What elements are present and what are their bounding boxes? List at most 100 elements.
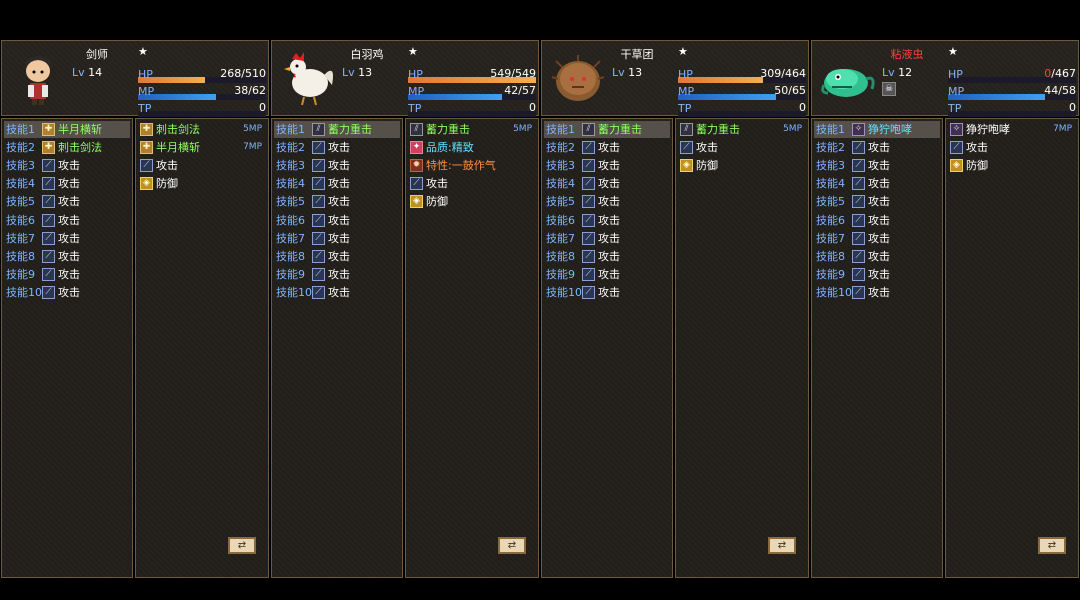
skill-slot-row[interactable]: 技能1 ⫽ 蓄力重击 (544, 121, 670, 138)
tp-value: 0 (259, 101, 266, 114)
skill-slot-row[interactable]: 技能1 ✚ 半月横斩 (4, 121, 130, 138)
skill-slot-label: 技能1 (276, 123, 305, 136)
skill-cost: 5MP (513, 124, 532, 134)
skill-list-item[interactable]: ◈ 防御 (678, 157, 806, 174)
skill-slot-row[interactable]: 技能3 ⟋ 攻击 (814, 157, 940, 174)
skill-slot-row[interactable]: 技能10 ⟋ 攻击 (544, 284, 670, 301)
skill-slot-label: 技能1 (546, 123, 575, 136)
skill-slot-row[interactable]: 技能8 ⟋ 攻击 (4, 248, 130, 265)
quality-icon: ✦ (410, 141, 423, 155)
skill-list-item[interactable]: ◈ 防御 (408, 193, 536, 210)
attack-icon: ⟋ (582, 231, 595, 245)
skill-list-item[interactable]: ✹ 特性:一鼓作气 (408, 157, 536, 174)
skill-slot-row[interactable]: 技能5 ⟋ 攻击 (544, 193, 670, 210)
skill-slot-row[interactable]: 技能7 ⟋ 攻击 (274, 230, 400, 247)
skill-slot-row[interactable]: 技能2 ⟋ 攻击 (814, 139, 940, 156)
skill-list-item[interactable]: ✚ 刺击剑法 5MP (138, 121, 266, 138)
skill-slot-row[interactable]: 技能7 ⟋ 攻击 (814, 230, 940, 247)
attack-icon: ⟋ (582, 267, 595, 281)
skill-slot-row[interactable]: 技能1 ⫽ 蓄力重击 (274, 121, 400, 138)
skill-slot-row[interactable]: 技能4 ⟋ 攻击 (814, 175, 940, 192)
tp-gauge: TP 0 (138, 101, 266, 117)
skill-slot-row[interactable]: 技能3 ⟋ 攻击 (544, 157, 670, 174)
skill-slot-label: 技能6 (6, 213, 35, 227)
skill-name: 攻击 (426, 177, 448, 191)
skill-slot-label: 技能8 (546, 249, 575, 263)
skill-slot-row[interactable]: 技能3 ⟋ 攻击 (4, 157, 130, 174)
skill-slot-row[interactable]: 技能7 ⟋ 攻击 (544, 230, 670, 247)
skill-slot-row[interactable]: 技能9 ⟋ 攻击 (4, 266, 130, 283)
skill-name: 半月横斩 (156, 141, 200, 155)
roar-skill-icon: ✧ (852, 123, 865, 136)
page-switch-icon[interactable]: ⇄ (228, 537, 256, 554)
skill-slot-row[interactable]: 技能1 ✧ 狰狞咆哮 (814, 121, 940, 138)
skill-slot-row[interactable]: 技能9 ⟋ 攻击 (544, 266, 670, 283)
skill-slot-row[interactable]: 技能5 ⟋ 攻击 (4, 193, 130, 210)
skill-slot-row[interactable]: 技能5 ⟋ 攻击 (814, 193, 940, 210)
charge-skill-icon: ⫽ (312, 123, 325, 136)
skill-list-panel: ⇄ ✧ 狰狞咆哮 7MP ⟋ 攻击 ◈ 防御 (945, 118, 1079, 578)
skill-slot-row[interactable]: 技能3 ⟋ 攻击 (274, 157, 400, 174)
skill-name: 蓄力重击 (598, 123, 642, 136)
star-icon: ★ (678, 45, 688, 58)
attack-icon: ⟋ (582, 177, 595, 191)
hp-value: 309/464 (760, 67, 806, 80)
member-status-header[interactable]: 粘液虫 Lv 12 ☠ ★ HP 0/467 MP 44/58 TP 0 (811, 40, 1079, 117)
skill-slot-row[interactable]: 技能5 ⟋ 攻击 (274, 193, 400, 210)
skill-slot-label: 技能9 (6, 267, 35, 281)
skill-list-item[interactable]: ◈ 防御 (138, 175, 266, 192)
skill-list-item[interactable]: ⫽ 蓄力重击 5MP (678, 121, 806, 138)
trait-icon: ✹ (410, 159, 423, 173)
skill-slot-row[interactable]: 技能6 ⟋ 攻击 (4, 212, 130, 229)
skill-slot-row[interactable]: 技能7 ⟋ 攻击 (4, 230, 130, 247)
skill-slot-row[interactable]: 技能2 ⟋ 攻击 (274, 139, 400, 156)
page-switch-icon[interactable]: ⇄ (768, 537, 796, 554)
skill-slot-row[interactable]: 技能4 ⟋ 攻击 (544, 175, 670, 192)
skill-list-panel: ⇄ ⫽ 蓄力重击 5MP ✦ 品质:精致 ✹ 特性:一鼓作气 ⟋ 攻击 ◈ 防御 (405, 118, 539, 578)
skill-list-item[interactable]: ⫽ 蓄力重击 5MP (408, 121, 536, 138)
skill-slot-label: 技能9 (546, 267, 575, 281)
skill-slot-row[interactable]: 技能8 ⟋ 攻击 (274, 248, 400, 265)
mp-value: 44/58 (1044, 84, 1076, 97)
level-value: 13 (628, 66, 643, 79)
skill-slot-label: 技能8 (276, 249, 305, 263)
skill-name: 蓄力重击 (696, 123, 740, 136)
skill-slot-row[interactable]: 技能8 ⟋ 攻击 (814, 248, 940, 265)
skill-list-item[interactable]: ⟋ 攻击 (678, 139, 806, 156)
page-switch-icon[interactable]: ⇄ (1038, 537, 1066, 554)
skill-list-item[interactable]: ⟋ 攻击 (408, 175, 536, 192)
skill-name: 蓄力重击 (426, 123, 470, 136)
skill-slot-row[interactable]: 技能10 ⟋ 攻击 (274, 284, 400, 301)
skill-list-item[interactable]: ✚ 半月横斩 7MP (138, 139, 266, 156)
member-status-header[interactable]: 白羽鸡 Lv 13 ★ HP 549/549 MP 42/57 TP 0 (271, 40, 539, 117)
skill-slot-row[interactable]: 技能4 ⟋ 攻击 (274, 175, 400, 192)
skill-slot-row[interactable]: 技能4 ⟋ 攻击 (4, 175, 130, 192)
attack-icon: ⟋ (312, 213, 325, 227)
skill-slot-row[interactable]: 技能10 ⟋ 攻击 (814, 284, 940, 301)
level-label: Lv 12 (882, 66, 913, 79)
shield-icon: ◈ (680, 159, 693, 173)
skill-list-item[interactable]: ⟋ 攻击 (138, 157, 266, 174)
hp-gauge: HP 268/510 (138, 67, 266, 83)
skill-list-item[interactable]: ✧ 狰狞咆哮 7MP (948, 121, 1076, 138)
skill-slot-row[interactable]: 技能2 ⟋ 攻击 (544, 139, 670, 156)
mp-gauge: MP 44/58 (948, 84, 1076, 100)
skill-list-item[interactable]: ✦ 品质:精致 (408, 139, 536, 156)
skill-slot-row[interactable]: 技能6 ⟋ 攻击 (814, 212, 940, 229)
member-status-header[interactable]: 干草团 Lv 13 ★ HP 309/464 MP 50/65 TP 0 (541, 40, 809, 117)
shield-icon: ◈ (140, 177, 153, 191)
skill-slot-row[interactable]: 技能9 ⟋ 攻击 (274, 266, 400, 283)
skill-slot-row[interactable]: 技能10 ⟋ 攻击 (4, 284, 130, 301)
skill-slot-row[interactable]: 技能2 ✚ 刺击剑法 (4, 139, 130, 156)
member-column-2: 白羽鸡 Lv 13 ★ HP 549/549 MP 42/57 TP 0 技能1… (271, 40, 539, 578)
hay-ball-portrait-icon (551, 55, 605, 101)
page-switch-icon[interactable]: ⇄ (498, 537, 526, 554)
member-status-header[interactable]: 剑师 Lv 14 ★ HP 268/510 MP 38/62 TP 0 (1, 40, 269, 117)
skill-list-item[interactable]: ⟋ 攻击 (948, 139, 1076, 156)
skill-slot-row[interactable]: 技能8 ⟋ 攻击 (544, 248, 670, 265)
skill-slot-row[interactable]: 技能6 ⟋ 攻击 (544, 212, 670, 229)
skill-slot-row[interactable]: 技能9 ⟋ 攻击 (814, 266, 940, 283)
skill-list-item[interactable]: ◈ 防御 (948, 157, 1076, 174)
skill-slot-row[interactable]: 技能6 ⟋ 攻击 (274, 212, 400, 229)
skill-slot-label: 技能10 (6, 285, 42, 299)
